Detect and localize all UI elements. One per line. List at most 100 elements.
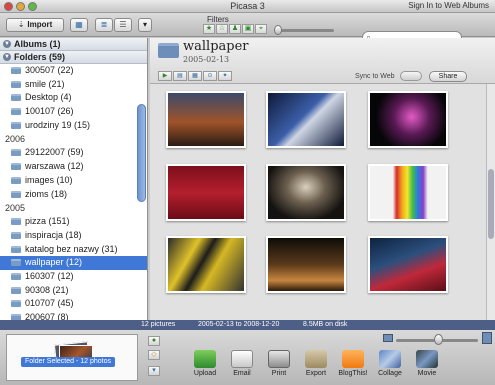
blogthis-button[interactable]: BlogThis! <box>336 350 370 377</box>
folder-item[interactable]: Desktop (4) <box>0 91 147 105</box>
photo-thumbnail[interactable] <box>368 91 448 148</box>
star-filter-icon[interactable]: ★ <box>203 24 215 34</box>
expand-arrow-icon[interactable]: ▼ <box>3 53 11 61</box>
new-album-button[interactable]: ▦ <box>70 18 88 32</box>
upload-button[interactable]: Upload <box>188 350 222 377</box>
folder-icon <box>158 43 179 58</box>
collage-icon[interactable]: ▦ <box>188 71 202 81</box>
tree-view-button[interactable]: ☰ <box>114 18 132 32</box>
import-button[interactable]: ⇣ Import <box>6 18 64 32</box>
folder-icon <box>11 245 21 253</box>
share-button[interactable]: Share <box>429 71 467 82</box>
sync-to-web-label: Sync to Web <box>355 73 395 80</box>
folder-item[interactable]: zioms (18) <box>0 188 147 202</box>
folder-item[interactable]: urodziny 19 (15) <box>0 119 147 133</box>
list-icon: ≣ <box>100 20 108 29</box>
folder-item[interactable]: 160307 (12) <box>0 270 147 284</box>
folders-header-label: Folders (59) <box>14 52 66 62</box>
movie-button[interactable]: Movie <box>410 350 444 377</box>
folder-label: 160307 (12) <box>25 270 74 281</box>
geotag-filter-icon[interactable]: ⌖ <box>255 24 267 34</box>
folder-icon <box>11 80 21 88</box>
album-icon: ▦ <box>75 20 83 29</box>
folder-item[interactable]: 300507 (22) <box>0 64 147 78</box>
photo-thumbnail[interactable] <box>266 164 346 221</box>
photo-thumbnail[interactable] <box>266 91 346 148</box>
folder-label: smile (21) <box>25 78 65 89</box>
collage-label: Collage <box>378 370 402 377</box>
folder-label: 200607 (8) <box>25 312 69 320</box>
folder-label: pizza (151) <box>25 216 70 227</box>
folder-label: warszawa (12) <box>25 161 84 172</box>
signin-web-albums-link[interactable]: Sign In to Web Albums <box>408 1 489 10</box>
photo-thumbnail[interactable] <box>166 91 246 148</box>
folder-icon <box>11 94 21 102</box>
photo-thumbnail[interactable] <box>266 236 346 293</box>
export-button[interactable]: Export <box>299 350 333 377</box>
photo-grid-scrollbar[interactable] <box>486 84 495 320</box>
folder-label: inspiracja (18) <box>25 229 82 240</box>
album-header: wallpaper 2005-02-13 ▶ ▤ ▦ ⊙ ✦ Sync to W… <box>150 38 495 84</box>
folders-section-header[interactable]: ▼ Folders (59) <box>0 51 147 64</box>
photo-thumbnail[interactable] <box>368 236 448 293</box>
view-options-button[interactable]: ▾ <box>138 18 152 32</box>
add-to-album-icon[interactable]: ▾ <box>148 366 160 376</box>
movie-icon[interactable]: ▤ <box>173 71 187 81</box>
geotag-icon[interactable]: ✦ <box>218 71 232 81</box>
folder-icon <box>11 163 21 171</box>
folder-label: wallpaper (12) <box>25 257 83 268</box>
folder-label: zioms (18) <box>25 188 68 199</box>
hold-pin-icon[interactable]: ● <box>148 336 160 346</box>
folder-icon <box>11 190 21 198</box>
folder-item[interactable]: 010707 (45) <box>0 297 147 311</box>
expand-arrow-icon[interactable]: ▼ <box>3 40 11 48</box>
albums-header-label: Albums (1) <box>14 39 61 49</box>
sidebar-scrollbar[interactable] <box>137 104 146 202</box>
clear-tray-icon[interactable]: ◇ <box>148 350 160 360</box>
list-view-button[interactable]: ≣ <box>95 18 113 32</box>
photo-thumbnail[interactable] <box>368 164 448 221</box>
folder-label: urodziny 19 (15) <box>25 119 91 130</box>
folder-icon <box>11 231 21 239</box>
blogger-icon <box>342 350 364 368</box>
folder-item[interactable]: 100107 (26) <box>0 105 147 119</box>
filter-buttons: ★ ☆ ♟ ▣ ⌖ <box>203 24 267 34</box>
thumbnail-size-knob[interactable] <box>434 334 443 345</box>
upload-label: Upload <box>193 370 217 377</box>
filters-label: Filters <box>207 15 229 24</box>
upload-filter-icon[interactable]: ☆ <box>216 24 228 34</box>
folder-item[interactable]: smile (21) <box>0 78 147 92</box>
collage-button[interactable]: Collage <box>373 350 407 377</box>
photo-thumbnail[interactable] <box>166 164 246 221</box>
play-slideshow-icon[interactable]: ▶ <box>158 71 172 81</box>
timeline-icon[interactable]: ⊙ <box>203 71 217 81</box>
scroll-thumb[interactable] <box>488 169 494 239</box>
folder-item[interactable]: katalog bez nazwy (31) <box>0 243 147 257</box>
folder-item[interactable]: 90308 (21) <box>0 284 147 298</box>
folder-icon <box>11 286 21 294</box>
library-sidebar: ▼ Albums (1) ▼ Folders (59) 300507 (22) … <box>0 38 148 320</box>
albums-section-header[interactable]: ▼ Albums (1) <box>0 38 147 51</box>
folder-label: 300507 (22) <box>25 65 74 75</box>
status-bar: 12 pictures 2005-02-13 to 2008-12-20 8.5… <box>0 320 495 330</box>
person-filter-icon[interactable]: ♟ <box>229 24 241 34</box>
print-button[interactable]: Print <box>262 350 296 377</box>
photo-thumbnail[interactable] <box>166 236 246 293</box>
sync-to-web-toggle[interactable] <box>400 71 422 81</box>
folder-item[interactable]: inspiracja (18) <box>0 229 147 243</box>
folder-item[interactable]: 29122007 (59) <box>0 146 147 160</box>
tray-tools: ● ◇ ▾ <box>144 334 164 382</box>
filter-slider-knob[interactable] <box>274 25 282 35</box>
folder-item[interactable]: pizza (151) <box>0 215 147 229</box>
folder-item[interactable]: 200607 (8) <box>0 311 147 320</box>
collage-icon <box>379 350 401 368</box>
folder-label: 90308 (21) <box>25 284 69 295</box>
folder-label: 010707 (45) <box>25 298 74 309</box>
video-filter-icon[interactable]: ▣ <box>242 24 254 34</box>
folder-item-selected[interactable]: wallpaper (12) <box>0 256 147 270</box>
folder-item[interactable]: warszawa (12) <box>0 160 147 174</box>
folder-item[interactable]: images (10) <box>0 174 147 188</box>
photo-tray[interactable]: Folder Selected - 12 photos <box>6 334 138 381</box>
folder-icon <box>11 176 21 184</box>
email-button[interactable]: Email <box>225 350 259 377</box>
